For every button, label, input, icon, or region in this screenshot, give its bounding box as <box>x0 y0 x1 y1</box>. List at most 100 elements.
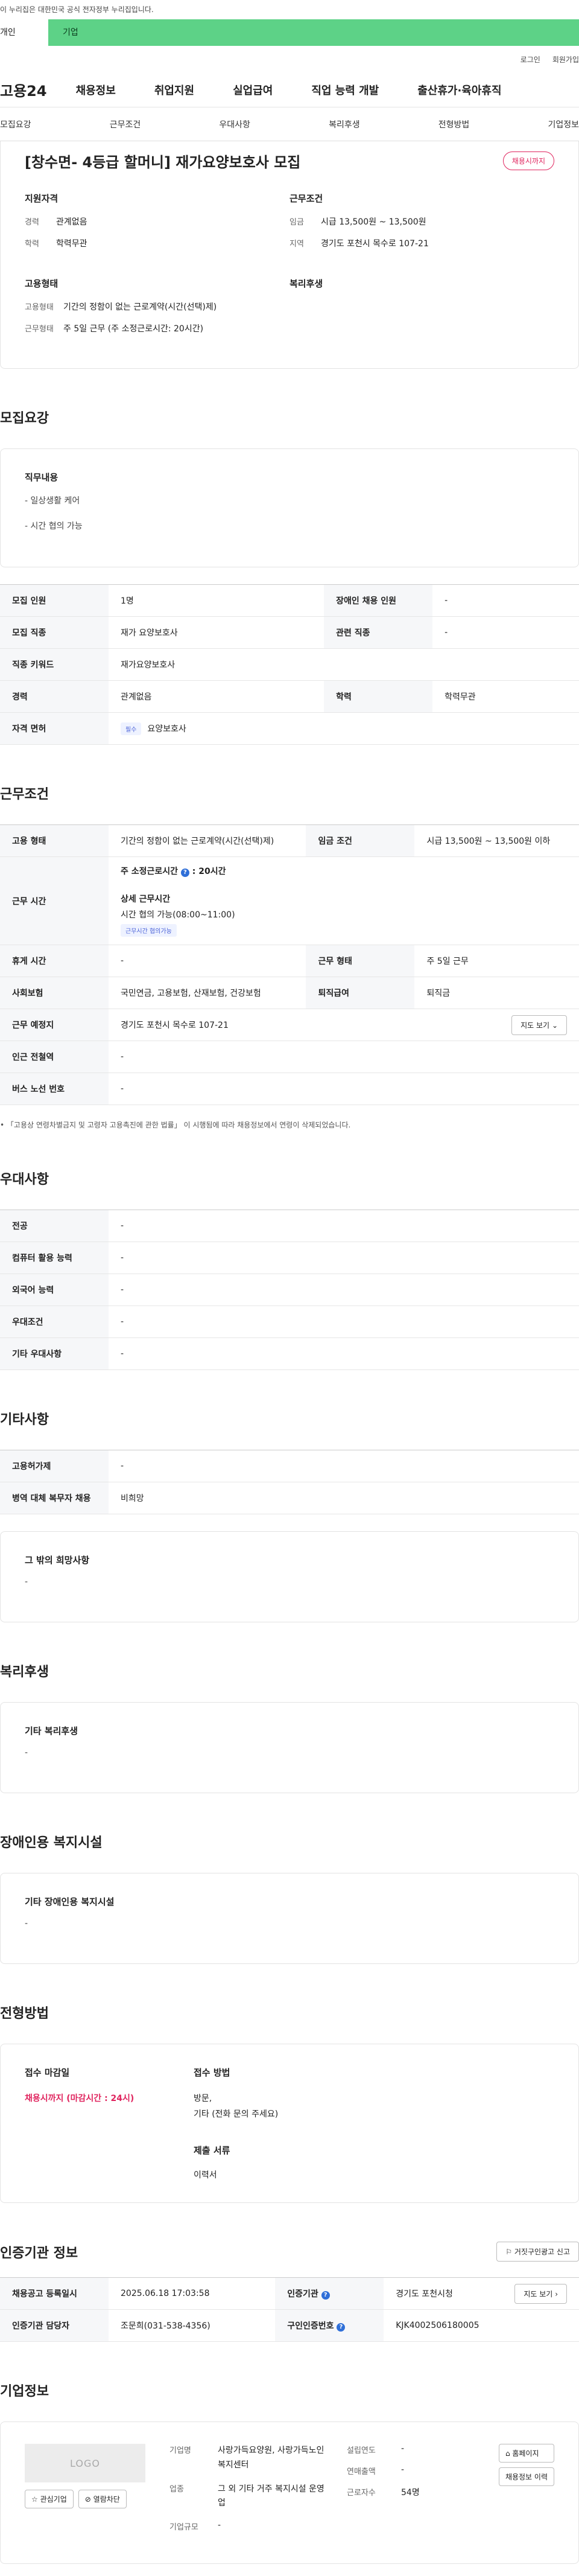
label: 근무 예정지 <box>0 1009 109 1041</box>
value: 관계없음 <box>56 217 87 227</box>
place-cell: 경기도 포천시 목수로 107-21 지도 보기 ⌄ <box>109 1009 579 1041</box>
subnav-recruit[interactable]: 모집요강 <box>0 118 31 130</box>
summary-welfare: 복리후생 <box>290 277 554 344</box>
welfare-card: 기타 복리후생 - <box>0 1702 579 1793</box>
welfare-heading: 복리후생 <box>290 278 323 289</box>
value: 주 5일 근무 <box>414 945 579 977</box>
gnb-item-leave[interactable]: 출산휴가·육아휴직 <box>417 82 501 98</box>
map-button[interactable]: 지도 보기 ⌄ <box>511 1015 567 1035</box>
job-description-card: 직무내용 - 일상생활 케어 - 시간 협의 가능 <box>0 448 579 567</box>
label: 직종 키워드 <box>0 648 109 681</box>
subnav-welfare[interactable]: 복리후생 <box>329 118 360 130</box>
value: 경기도 포천시 목수로 107-21 <box>321 239 429 249</box>
employment-heading: 고용형태 <box>25 278 59 289</box>
gnb-item-benefit[interactable]: 실업급여 <box>233 82 273 98</box>
block-view-button[interactable]: ⊘ 열람차단 <box>78 2490 127 2508</box>
label: 모집 인원 <box>0 584 109 617</box>
label: 근무 시간 <box>0 856 109 945</box>
homepage-button[interactable]: ⌂ 홈페이지 <box>498 2444 554 2463</box>
docs-value: 이력서 <box>194 2170 217 2180</box>
company-card: LOGO ☆ 관심기업 ⊘ 열람차단 기업명 사랑가득요양원, 사랑가득노인복지센… <box>0 2421 579 2565</box>
help-icon[interactable]: ? <box>337 2323 346 2332</box>
label: 고용허가제 <box>0 1450 109 1482</box>
signup-link[interactable]: 회원가입 <box>552 54 579 65</box>
value: 1명 <box>109 584 324 617</box>
value: - <box>218 2520 221 2531</box>
value: - <box>109 945 306 977</box>
section-title-recruit: 모집요강 <box>0 411 49 426</box>
subnav-conditions[interactable]: 근무조건 <box>110 118 141 130</box>
qualification-heading: 지원자격 <box>25 193 59 204</box>
site-logo[interactable]: 고용24 <box>0 79 47 100</box>
company-info-left: 기업명 사랑가득요양원, 사랑가득노인복지센터 업종 그 외 기타 거주 복지시설 … <box>169 2444 332 2542</box>
company-info: 기업명 사랑가득요양원, 사랑가득노인복지센터 업종 그 외 기타 거주 복지시설 … <box>169 2444 554 2542</box>
value: - <box>109 1210 579 1242</box>
disability-card: 기타 장애인용 복지시설 - <box>0 1873 579 1964</box>
company-actions: ⌂ 홈페이지 채용정보 이력 <box>498 2444 554 2542</box>
tab-corp[interactable]: 기업 <box>48 19 579 46</box>
value: - <box>109 1073 579 1105</box>
label: 근무형태 <box>25 325 54 334</box>
label: 기업규모 <box>169 2523 198 2533</box>
subnav-method[interactable]: 전형방법 <box>438 118 470 130</box>
gov-notice: 이 누리집은 대한민국 공식 전자정부 누리집입니다. <box>0 0 579 19</box>
job-desc-heading: 직무내용 <box>25 472 59 483</box>
favorite-company-button[interactable]: ☆ 관심기업 <box>25 2490 74 2508</box>
star-icon: ☆ <box>31 2495 38 2504</box>
welfare-value: - <box>25 1748 28 1758</box>
section-title-etc: 기타사항 <box>0 1412 49 1427</box>
docs-heading: 제출 서류 <box>194 2145 230 2156</box>
gnb-item-support[interactable]: 취업지원 <box>154 82 194 98</box>
value: 퇴직금 <box>414 977 579 1009</box>
value: 재가요양보호사 <box>109 648 579 681</box>
label: 우대조건 <box>0 1306 109 1338</box>
method-card: 접수 마감일 채용시까지 (마감시간 : 24시) 접수 방법 방문, 기타 (… <box>0 2044 579 2203</box>
label: 연매출액 <box>347 2467 376 2476</box>
report-button[interactable]: ⚐ 거짓구인광고 신고 <box>496 2242 579 2262</box>
label: 임금 <box>290 218 304 227</box>
label: 임금 조건 <box>306 824 415 857</box>
label: 휴게 시간 <box>0 945 109 977</box>
utility-bar: 로그인 회원가입 <box>0 46 579 72</box>
detail-hours-value: 시간 협의 가능(08:00~11:00) <box>121 910 235 920</box>
help-icon[interactable]: ? <box>321 2291 330 2300</box>
wish-heading: 그 밖의 희망사항 <box>25 1555 90 1566</box>
section-title-preference: 우대사항 <box>0 1172 49 1187</box>
value: 2025.06.18 17:03:58 <box>109 2277 276 2310</box>
label: 근무 형태 <box>306 945 415 977</box>
deadline-heading: 접수 마감일 <box>25 2067 70 2078</box>
label: 경력 <box>25 218 39 227</box>
detail-hours-label: 상세 근무시간 <box>121 894 171 904</box>
label: 기업명 <box>169 2446 191 2455</box>
home-icon: ⌂ <box>505 2449 510 2458</box>
bell-icon: ⚐ <box>505 2248 513 2256</box>
value: 요양보호사 <box>147 724 186 734</box>
user-type-tabs: 개인 기업 <box>0 19 579 46</box>
help-icon[interactable]: ? <box>180 869 189 877</box>
value: 주 5일 근무 (주 소정근로시간: 20시간) <box>63 324 204 334</box>
section-nav: 모집요강 근무조건 우대사항 복리후생 전형방법 기업정보 <box>0 107 579 141</box>
recruit-history-button[interactable]: 채용정보 이력 <box>498 2467 554 2486</box>
cert-map-button[interactable]: 지도 보기 › <box>514 2283 567 2304</box>
chevron-right-icon: › <box>555 2289 558 2298</box>
summary-qualification: 지원자격 경력 관계없음 학력 학력무관 <box>25 192 290 259</box>
work-time-cell: 주 소정근로시간 ? : 20시간 상세 근무시간 시간 협의 가능(08:00… <box>109 856 579 945</box>
gnb-item-jobs[interactable]: 채용정보 <box>76 82 116 98</box>
tab-person[interactable]: 개인 <box>0 19 48 46</box>
gnb-item-training[interactable]: 직업 능력 개발 <box>311 82 379 98</box>
label: 인근 전철역 <box>0 1041 109 1073</box>
value: 관계없음 <box>109 680 324 713</box>
label: 기타 우대사항 <box>0 1337 109 1370</box>
required-badge: 필수 <box>121 722 142 735</box>
section-title-welfare: 복리후생 <box>0 1665 49 1680</box>
subnav-company[interactable]: 기업정보 <box>548 118 579 130</box>
section-title-method: 전형방법 <box>0 2006 49 2021</box>
value: 기간의 정함이 없는 근로계약(시간(선택)제) <box>63 302 217 312</box>
cert-num-label: 구인인증번호 ? <box>275 2309 384 2342</box>
login-link[interactable]: 로그인 <box>520 54 540 65</box>
subnav-preference[interactable]: 우대사항 <box>219 118 250 130</box>
license-cell: 필수 요양보호사 <box>109 712 579 745</box>
value: 시급 13,500원 ~ 13,500원 <box>321 217 426 227</box>
label: 병역 대체 복무자 채용 <box>0 1482 109 1514</box>
company-logo-block: LOGO ☆ 관심기업 ⊘ 열람차단 <box>25 2444 145 2542</box>
